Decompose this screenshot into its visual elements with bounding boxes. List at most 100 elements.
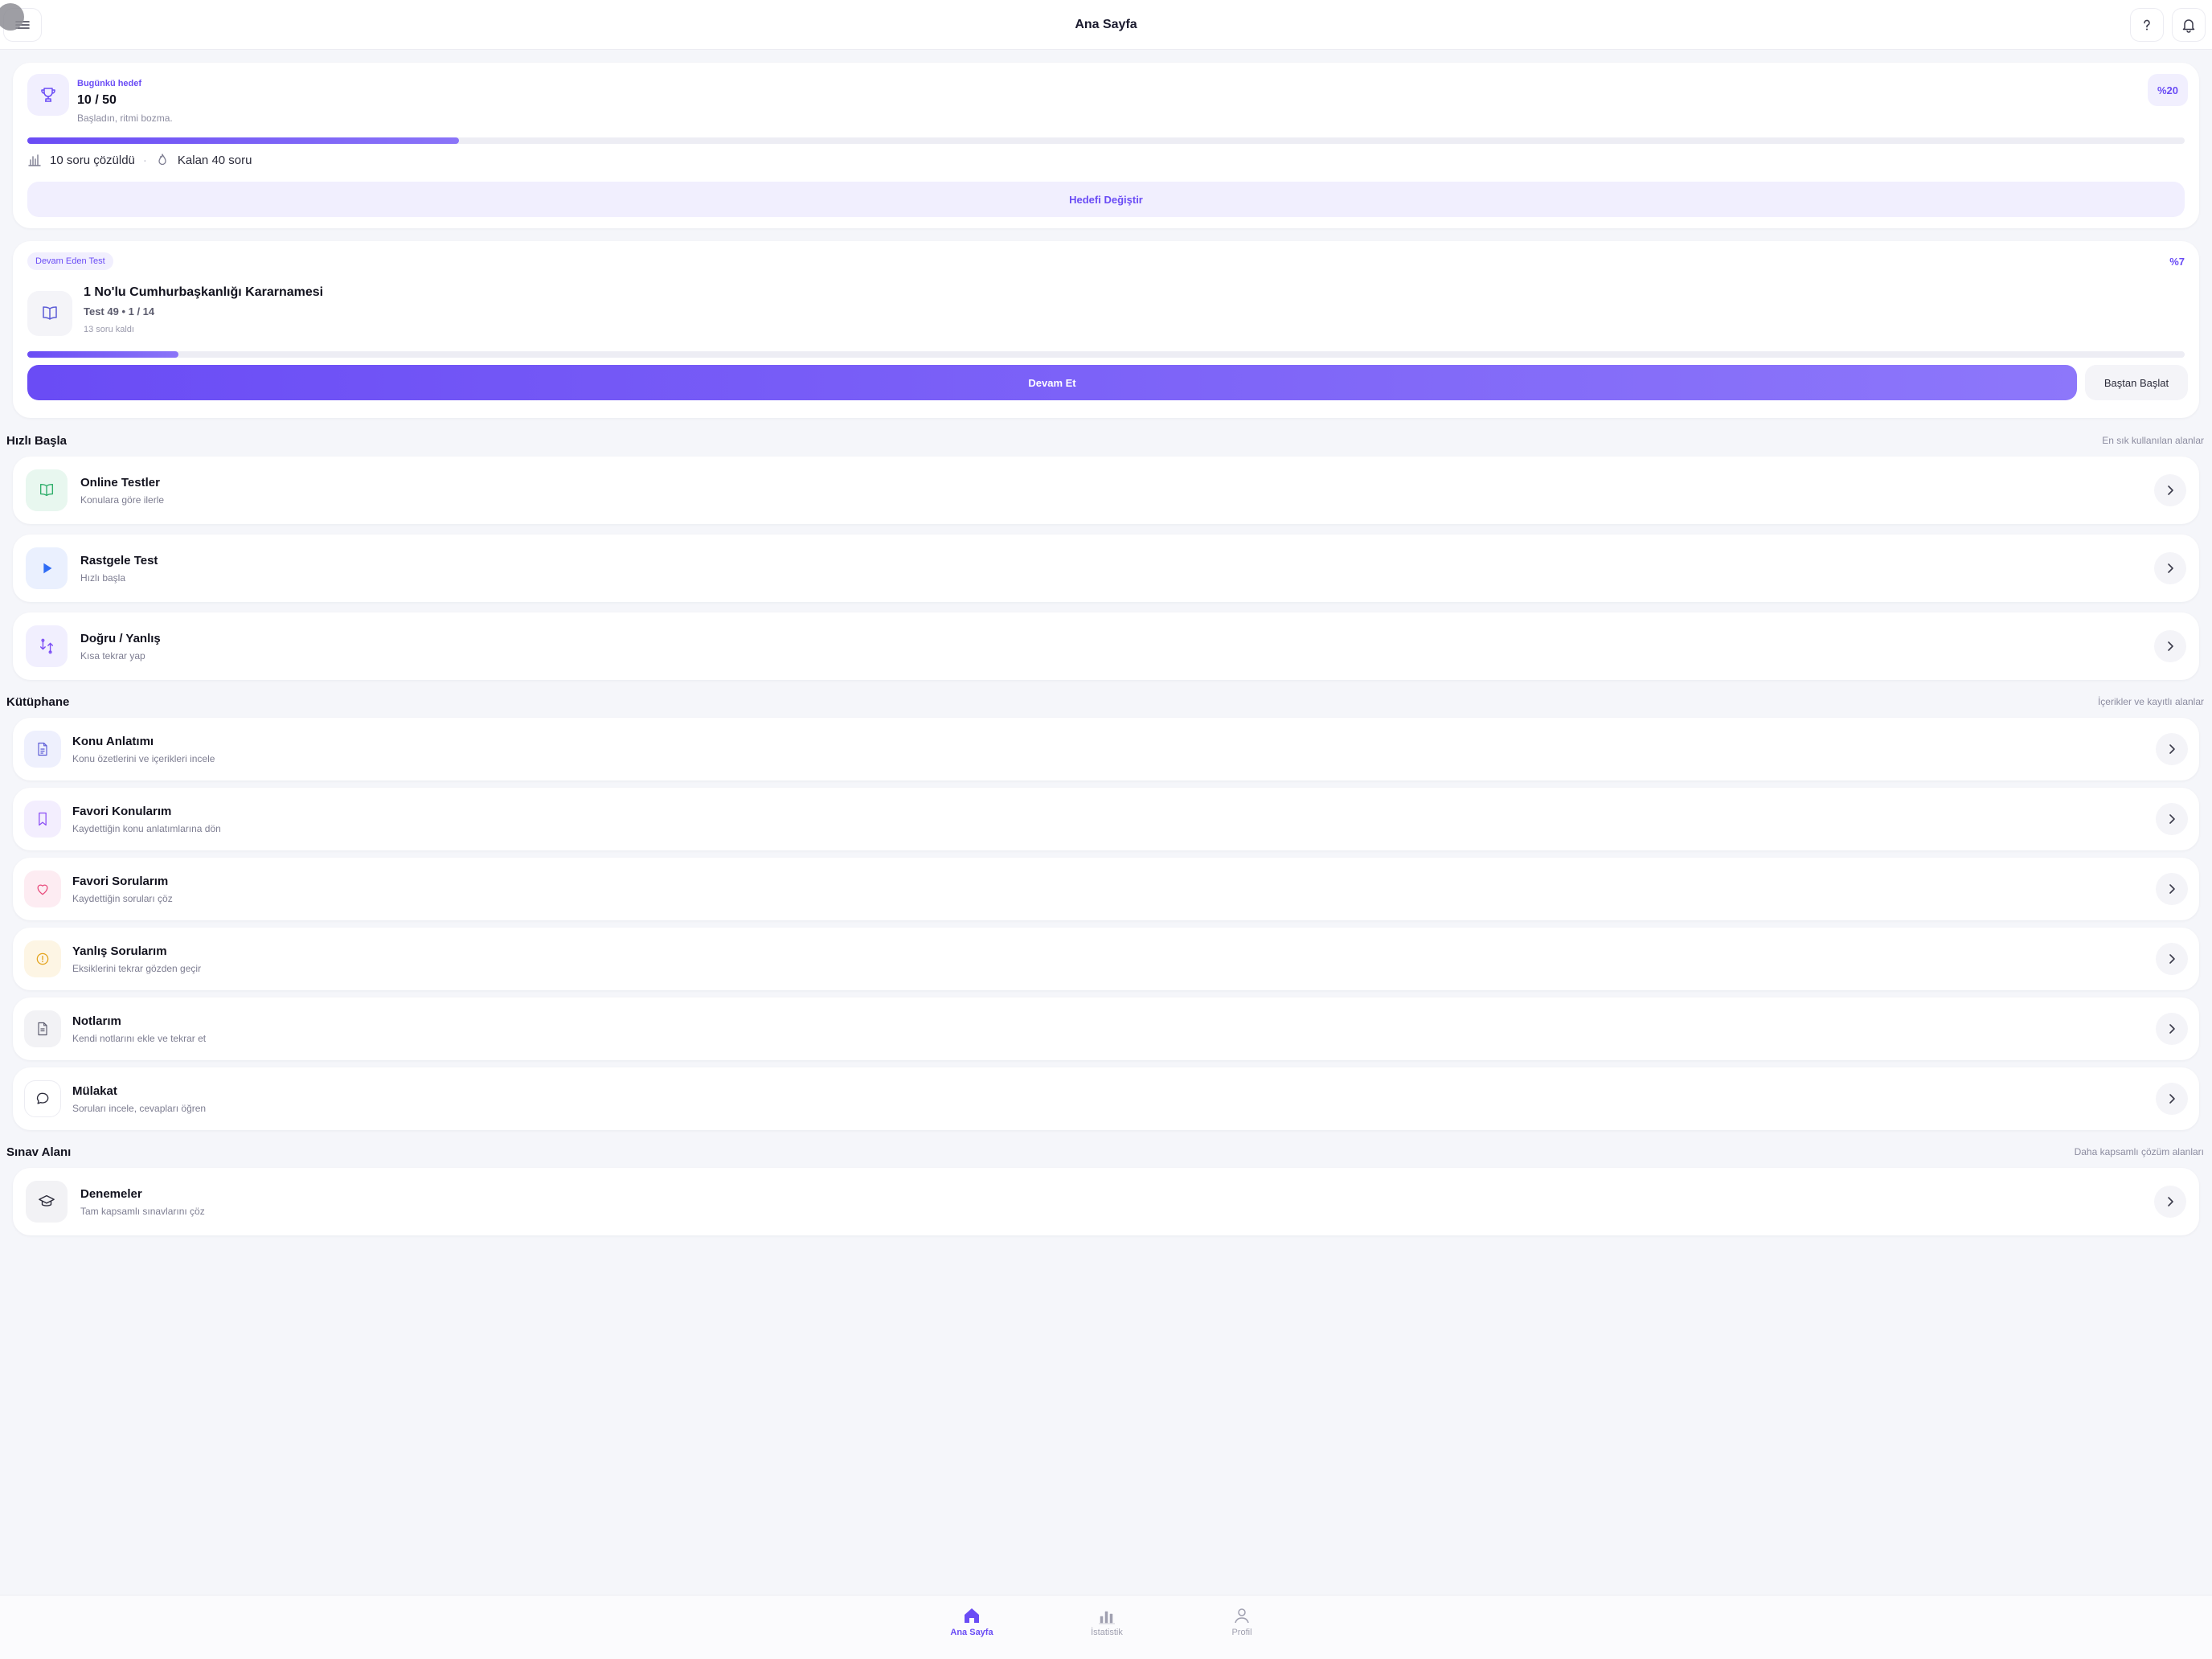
section-subtitle: Daha kapsamlı çözüm alanları xyxy=(2074,1146,2204,1157)
list-item-icon-box xyxy=(24,1010,61,1047)
top-bar: Ana Sayfa xyxy=(0,0,2212,50)
chevron-right-icon[interactable] xyxy=(2156,1083,2188,1115)
list-item-title: Favori Konularım xyxy=(72,804,172,818)
list-item-title: Mülakat xyxy=(72,1083,117,1098)
goal-icon-box xyxy=(27,74,69,116)
list-item-subtitle: Konulara göre ilerle xyxy=(80,494,165,506)
alert-icon xyxy=(36,952,49,965)
list-item-chat[interactable]: Mülakat Soruları incele, cevapları öğren xyxy=(13,1067,2199,1130)
user-icon xyxy=(1235,1608,1249,1624)
nav-label: İstatistik xyxy=(1091,1628,1123,1637)
list-item-icon-box xyxy=(24,801,61,838)
list-item-text: Denemeler Tam kapsamlı sınavlarını çöz xyxy=(80,1187,2154,1217)
flame-icon xyxy=(158,154,166,166)
restart-button[interactable]: Baştan Başlat xyxy=(2085,365,2188,400)
list-item-icon-box xyxy=(24,870,61,907)
list-item-title: Doğru / Yanlış xyxy=(80,631,161,645)
ongoing-test-remaining: 13 soru kaldı xyxy=(84,325,134,334)
list-item-note[interactable]: Notlarım Kendi notlarını ekle ve tekrar … xyxy=(13,997,2199,1060)
chevron-right-icon[interactable] xyxy=(2156,943,2188,975)
section-subtitle: İçerikler ve kayıtlı alanlar xyxy=(2097,696,2204,707)
nav-home[interactable]: Ana Sayfa xyxy=(924,1607,1020,1637)
ongoing-icon-box xyxy=(27,291,72,336)
stats-separator: · xyxy=(142,153,147,167)
change-goal-button[interactable]: Hedefi Değiştir xyxy=(27,182,2185,217)
list-item-graduation-cap[interactable]: Denemeler Tam kapsamlı sınavlarını çöz xyxy=(13,1168,2199,1235)
list-item-text: Online Testler Konulara göre ilerle xyxy=(80,476,2154,506)
section-title: Hızlı Başla xyxy=(6,433,68,448)
ongoing-test-pill: Devam Eden Test xyxy=(27,252,113,270)
list-item-text: Yanlış Sorularım Eksiklerini tekrar gözd… xyxy=(72,944,2156,974)
goal-progress-fill xyxy=(27,137,459,144)
list-item-alert[interactable]: Yanlış Sorularım Eksiklerini tekrar gözd… xyxy=(13,928,2199,990)
nav-profile[interactable]: Profil xyxy=(1194,1607,1290,1637)
document-icon xyxy=(38,742,47,756)
chevron-right-icon[interactable] xyxy=(2156,1013,2188,1045)
list-item-title: Denemeler xyxy=(80,1186,142,1201)
graduation-cap-icon xyxy=(39,1194,55,1206)
list-item-title: Online Testler xyxy=(80,475,160,490)
goal-value: 10 / 50 xyxy=(77,93,117,107)
ongoing-progress-fill xyxy=(27,351,178,358)
ongoing-percent: %7 xyxy=(2169,256,2185,268)
chevron-right-icon[interactable] xyxy=(2156,873,2188,905)
help-icon xyxy=(2144,19,2150,31)
list-item-subtitle: Soruları incele, cevapları öğren xyxy=(72,1102,207,1114)
chevron-right-icon[interactable] xyxy=(2156,803,2188,835)
chevron-right-icon[interactable] xyxy=(2154,630,2186,662)
bell-icon xyxy=(2182,19,2195,33)
chevron-right-icon[interactable] xyxy=(2154,1186,2186,1218)
list-item-subtitle: Kısa tekrar yap xyxy=(80,649,145,662)
bar-chart-icon xyxy=(28,154,41,166)
help-button[interactable] xyxy=(2130,8,2164,42)
chevron-right-icon[interactable] xyxy=(2154,474,2186,506)
list-item-title: Rastgele Test xyxy=(80,553,158,567)
list-item-subtitle: Hızlı başla xyxy=(80,571,126,584)
section-title: Sınav Alanı xyxy=(6,1145,72,1159)
section-title: Kütüphane xyxy=(6,694,70,709)
nav-label: Ana Sayfa xyxy=(950,1628,993,1637)
list-item-title: Favori Sorularım xyxy=(72,874,169,888)
remaining-count: Kalan 40 soru xyxy=(177,153,252,167)
nav-statistics[interactable]: İstatistik xyxy=(1059,1607,1155,1637)
bottom-navigation: Ana Sayfa İstatistik Profil xyxy=(0,1595,2212,1659)
list-item-play[interactable]: Rastgele Test Hızlı başla xyxy=(13,535,2199,602)
bookmark-icon xyxy=(39,812,47,826)
trophy-icon xyxy=(41,88,55,102)
daily-goal-card: Bugünkü hedef 10 / 50 Başladın, ritmi bo… xyxy=(13,63,2199,228)
play-icon xyxy=(43,563,52,574)
quick-start-header: Hızlı Başla En sık kullanılan alanlar xyxy=(3,424,2207,457)
list-item-book-open[interactable]: Online Testler Konulara göre ilerle xyxy=(13,457,2199,524)
nav-label: Profil xyxy=(1231,1628,1252,1637)
section-subtitle: En sık kullanılan alanlar xyxy=(2102,435,2204,446)
list-item-heart[interactable]: Favori Sorularım Kaydettiğin soruları çö… xyxy=(13,858,2199,920)
list-item-subtitle: Kaydettiğin soruları çöz xyxy=(72,892,173,904)
goal-stats: 10 soru çözüldü · Kalan 40 soru xyxy=(27,153,252,167)
list-item-subtitle: Tam kapsamlı sınavlarını çöz xyxy=(80,1205,205,1217)
list-item-text: Favori Sorularım Kaydettiğin soruları çö… xyxy=(72,875,2156,904)
goal-percent-badge: %20 xyxy=(2147,74,2188,106)
continue-button[interactable]: Devam Et xyxy=(27,365,2077,400)
list-item-swap[interactable]: Doğru / Yanlış Kısa tekrar yap xyxy=(13,612,2199,680)
list-item-icon-box xyxy=(26,1181,68,1223)
goal-label: Bugünkü hedef xyxy=(77,79,142,88)
goal-subtitle: Başladın, ritmi bozma. xyxy=(77,113,173,124)
chevron-right-icon[interactable] xyxy=(2156,733,2188,765)
quick-start-list: Online Testler Konulara göre ilerle Rast… xyxy=(13,457,2199,680)
exam-list: Denemeler Tam kapsamlı sınavlarını çöz xyxy=(13,1168,2199,1235)
goal-progress-bar xyxy=(27,137,2185,144)
main-content: Bugünkü hedef 10 / 50 Başladın, ritmi bo… xyxy=(6,63,2204,1246)
heart-icon xyxy=(37,884,48,895)
library-header: Kütüphane İçerikler ve kayıtlı alanlar xyxy=(3,686,2207,718)
list-item-icon-box xyxy=(26,547,68,589)
list-item-subtitle: Kendi notlarını ekle ve tekrar et xyxy=(72,1032,207,1044)
list-item-subtitle: Eksiklerini tekrar gözden geçir xyxy=(72,962,202,974)
list-item-text: Favori Konularım Kaydettiğin konu anlatı… xyxy=(72,805,2156,834)
library-list: Konu Anlatımı Konu özetlerini ve içerikl… xyxy=(13,718,2199,1130)
list-item-icon-box xyxy=(24,731,61,768)
notifications-button[interactable] xyxy=(2172,8,2206,42)
chevron-right-icon[interactable] xyxy=(2154,552,2186,584)
list-item-document[interactable]: Konu Anlatımı Konu özetlerini ve içerikl… xyxy=(13,718,2199,780)
list-item-bookmark[interactable]: Favori Konularım Kaydettiğin konu anlatı… xyxy=(13,788,2199,850)
list-item-text: Konu Anlatımı Konu özetlerini ve içerikl… xyxy=(72,735,2156,764)
